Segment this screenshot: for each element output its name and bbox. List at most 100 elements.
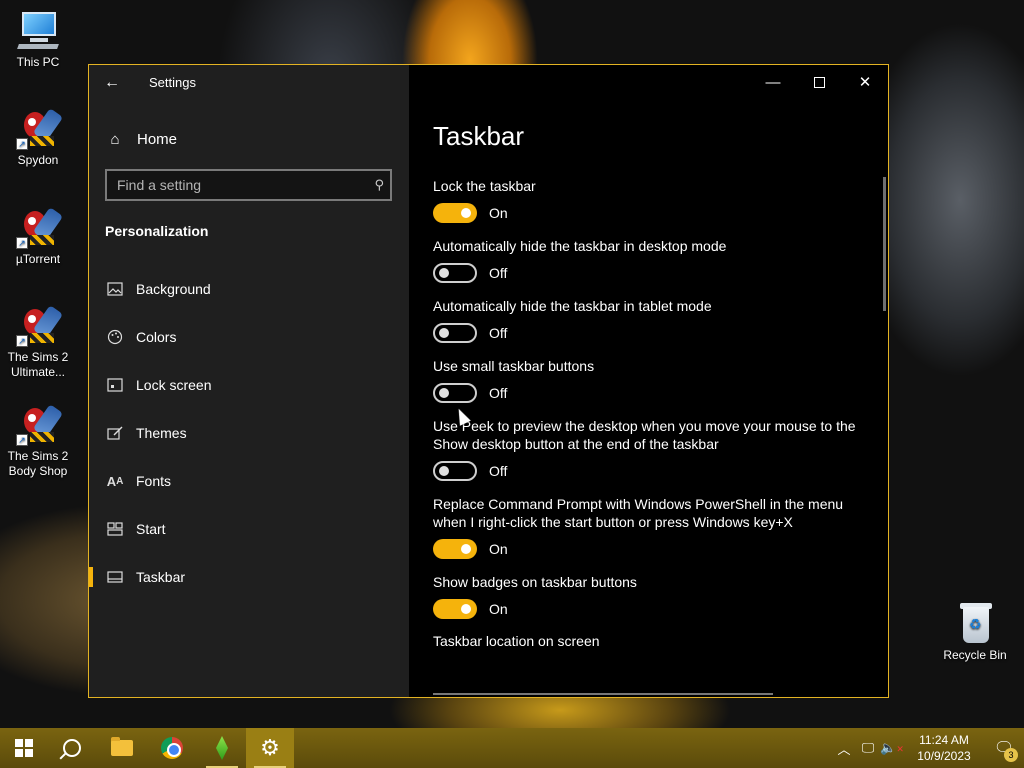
toggle-state: On [489,601,508,617]
nav-label: Fonts [136,473,172,489]
nav-item-start[interactable]: Start [89,505,409,553]
setting-powershell: Replace Command Prompt with Windows Powe… [433,495,873,561]
maximize-button[interactable] [796,65,842,99]
setting-label: Use small taskbar buttons [433,358,595,374]
search-icon [63,739,81,757]
setting-autohide-tablet: Automatically hide the taskbar in tablet… [433,297,873,345]
computer-icon [16,8,60,52]
close-icon: ✕ [858,74,872,91]
settings-window: ← Settings ⌂ Home ⚲ Personalization Back… [88,64,889,698]
scrollbar[interactable] [883,177,886,311]
desktop-icon-recycle-bin[interactable]: ♻ Recycle Bin [937,601,1013,663]
fonts-icon: AA [106,473,124,489]
section-heading: Personalization [105,223,209,239]
nav-item-themes[interactable]: Themes [89,409,409,457]
desktop-icon-label: µTorrent [15,252,61,266]
toggle-switch[interactable] [433,323,477,343]
folder-icon [111,737,133,756]
nav-item-background[interactable]: Background [89,265,409,313]
volume-muted-icon: 🔈✕ [880,740,904,755]
toggle-state: Off [489,325,508,341]
show-hidden-icons-button[interactable]: ︿ [832,728,856,768]
taskbar-settings[interactable]: ⚙ [246,728,294,768]
taskbar-file-explorer[interactable] [98,728,146,768]
toggle-switch[interactable] [433,461,477,481]
volume-button[interactable]: 🔈✕ [880,728,904,768]
taskbar: ⚙ ︿ 🖵 🔈✕ 11:24 AM 10/9/2023 🗨 3 [0,728,1024,768]
setting-label: Use Peek to preview the desktop when you… [433,418,856,452]
home-icon: ⌂ [110,130,120,148]
maximize-icon [813,76,825,88]
taskbar-location-dropdown[interactable] [433,693,773,697]
desktop-icon-sims2-body-shop[interactable]: ↗ The Sims 2 Body Shop [0,402,76,479]
setting-label: Lock the taskbar [433,178,536,194]
nav-label: Background [136,281,211,297]
setting-peek: Use Peek to preview the desktop when you… [433,417,873,483]
clock[interactable]: 11:24 AM 10/9/2023 [904,732,984,764]
toggle-switch[interactable] [433,263,477,283]
image-icon [105,279,125,299]
taskbar-sims[interactable] [198,728,246,768]
toggle-switch[interactable] [433,599,477,619]
desktop-icon-utorrent[interactable]: ↗ µTorrent [0,205,76,267]
windows-logo-icon [15,739,33,757]
nav-label: Start [136,521,166,537]
nav-item-fonts[interactable]: AA Fonts [89,457,409,505]
sims2-app-icon: ↗ [16,303,64,347]
back-button[interactable]: ← [101,73,123,93]
utorrent-app-icon: ↗ [16,205,64,249]
settings-content: — ✕ Taskbar Lock the taskbar On Automati… [409,65,888,697]
setting-small-buttons: Use small taskbar buttons Off [433,357,873,405]
page-title: Taskbar [433,121,525,151]
taskbar-icon [105,567,125,587]
search-input[interactable] [107,171,367,199]
desktop-icon-spydon[interactable]: ↗ Spydon [0,106,76,168]
toggle-switch[interactable] [433,203,477,223]
clock-time: 11:24 AM [919,733,969,747]
nav-item-taskbar[interactable]: Taskbar [89,553,409,601]
themes-icon [105,423,125,443]
gear-icon: ⚙ [260,735,280,760]
notification-badge: 3 [1004,748,1018,762]
palette-icon [105,327,125,347]
taskbar-chrome[interactable] [148,728,196,768]
setting-label: Replace Command Prompt with Windows Powe… [433,496,844,530]
home-link[interactable]: ⌂ Home [105,127,177,151]
toggle-state: On [489,205,508,221]
setting-badges: Show badges on taskbar buttons On [433,573,873,621]
settings-list: Lock the taskbar On Automatically hide t… [433,177,873,649]
nav-label: Lock screen [136,377,212,393]
start-button[interactable] [0,728,48,768]
minimize-button[interactable]: — [750,65,796,99]
desktop-icon-sims2-ultimate[interactable]: ↗ The Sims 2 Ultimate... [0,303,76,380]
settings-nav: Background Colors Lock screen Themes AA … [89,265,409,601]
system-tray: ︿ 🖵 🔈✕ 11:24 AM 10/9/2023 🗨 3 [832,728,1024,768]
nav-item-lock-screen[interactable]: Lock screen [89,361,409,409]
spydon-app-icon: ↗ [16,106,64,150]
window-title: Settings [149,75,196,90]
nav-label: Colors [136,329,177,345]
action-center-button[interactable]: 🗨 3 [984,728,1024,768]
toggle-state: Off [489,385,508,401]
taskbar-location-label: Taskbar location on screen [433,633,600,649]
desktop-icon-label: This PC [16,55,60,69]
close-button[interactable]: ✕ [842,65,888,99]
clock-date: 10/9/2023 [917,749,971,763]
search-icon[interactable]: ⚲ [374,177,384,193]
setting-label: Automatically hide the taskbar in tablet… [433,298,712,314]
toggle-switch[interactable] [433,383,477,403]
lock-screen-icon [105,375,125,395]
nav-item-colors[interactable]: Colors [89,313,409,361]
network-button[interactable]: 🖵 [856,728,880,768]
titlebar: ← Settings [89,65,409,99]
chevron-up-icon: ︿ [837,741,851,757]
desktop-icon-label: Recycle Bin [943,648,1007,662]
toggle-switch[interactable] [433,539,477,559]
taskbar-search-button[interactable] [48,728,96,768]
desktop-icon-this-pc[interactable]: This PC [0,8,76,70]
setting-lock-taskbar: Lock the taskbar On [433,177,873,225]
nav-label: Taskbar [136,569,186,585]
sims2-bodyshop-app-icon: ↗ [16,402,64,446]
setting-label: Show badges on taskbar buttons [433,574,637,590]
settings-sidebar: ← Settings ⌂ Home ⚲ Personalization Back… [89,65,409,697]
